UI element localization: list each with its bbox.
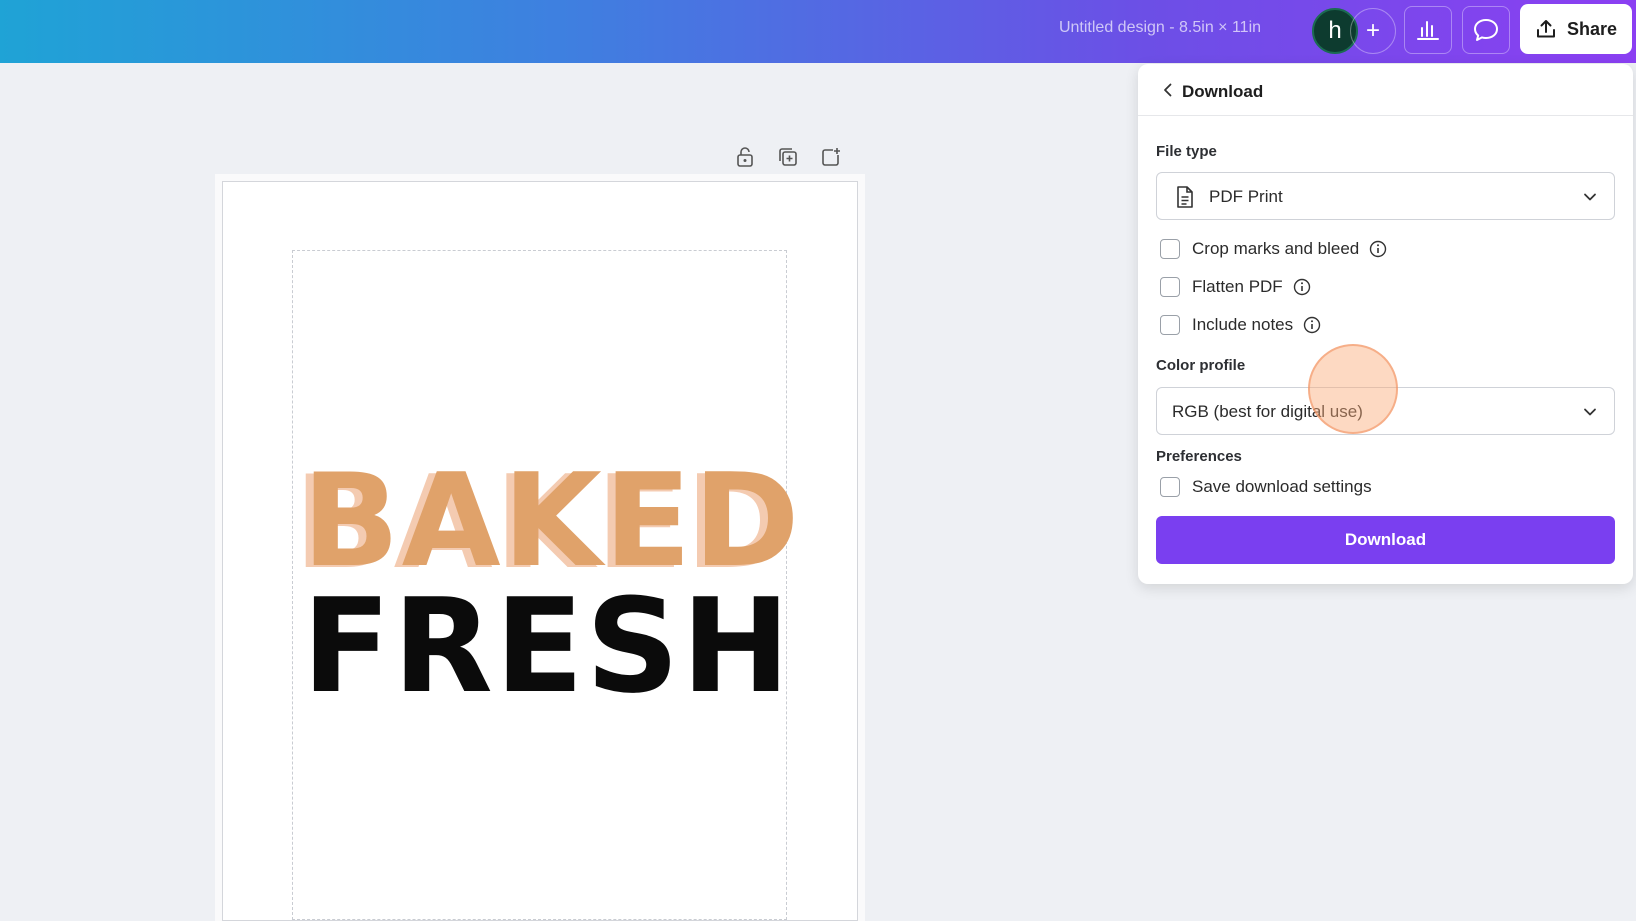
share-button[interactable]: Share [1520,4,1632,54]
panel-header: Download [1138,64,1633,116]
info-icon[interactable] [1369,240,1387,258]
share-upload-icon [1536,20,1555,38]
include-notes-option[interactable]: Include notes [1160,313,1321,337]
share-label: Share [1566,18,1618,39]
crop-marks-option[interactable]: Crop marks and bleed [1160,237,1387,261]
panel-title: Download [1182,82,1264,101]
preferences-label: Preferences [1156,448,1242,465]
chevron-down-icon [1584,193,1596,201]
duplicate-page-button[interactable] [775,144,801,170]
add-page-icon [822,148,840,166]
chevron-left-icon[interactable] [1158,80,1178,100]
add-page-button[interactable] [818,144,844,170]
top-bar: Untitled design - 8.5in × 11in h + Share [0,0,1636,63]
lock-icon [737,147,753,167]
file-type-value: PDF Print [1209,187,1283,206]
download-panel: Download File type PDF Print Crop marks … [1138,64,1633,584]
duplicate-icon [779,148,797,166]
bar-chart-icon [1417,21,1439,40]
crop-marks-label: Crop marks and bleed [1192,239,1360,258]
document-icon [1177,186,1193,208]
lock-button[interactable] [732,144,758,170]
comments-button[interactable] [1462,6,1510,54]
headline-fresh[interactable]: FRESH [302,576,790,716]
flatten-pdf-checkbox[interactable] [1160,277,1180,297]
crop-marks-checkbox[interactable] [1160,239,1180,259]
save-settings-checkbox[interactable] [1160,477,1180,497]
chevron-down-icon [1584,408,1596,416]
color-profile-label: Color profile [1156,357,1246,374]
flatten-pdf-label: Flatten PDF [1192,277,1283,296]
include-notes-checkbox[interactable] [1160,315,1180,335]
include-notes-label: Include notes [1192,315,1294,334]
add-collaborator-button[interactable]: + [1350,8,1396,54]
info-icon[interactable] [1303,316,1321,334]
comment-icon [1474,19,1498,41]
flatten-pdf-option[interactable]: Flatten PDF [1160,275,1311,299]
file-type-label: File type [1156,143,1217,160]
document-title[interactable]: Untitled design - 8.5in × 11in [1030,19,1290,37]
save-settings-option[interactable]: Save download settings [1160,475,1372,499]
save-settings-label: Save download settings [1192,477,1372,496]
cursor-highlight [1308,344,1398,434]
info-icon[interactable] [1293,278,1311,296]
file-type-select[interactable]: PDF Print [1156,172,1615,220]
download-button[interactable]: Download [1156,516,1615,564]
insights-button[interactable] [1404,6,1452,54]
